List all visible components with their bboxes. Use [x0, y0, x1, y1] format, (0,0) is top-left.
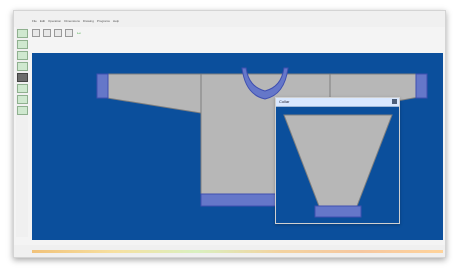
popup-collar-shape [283, 114, 393, 207]
menu-item-operation[interactable]: Operation [48, 19, 61, 23]
tool-icon-8[interactable] [17, 106, 28, 115]
save-file-icon[interactable] [54, 29, 62, 37]
top-toolbar: ↔ [32, 29, 82, 37]
left-toolbar [16, 27, 28, 237]
menu-item-drawing[interactable]: Drawing [83, 19, 94, 23]
tool-icon-4[interactable] [17, 62, 28, 71]
tool-icon-3[interactable] [17, 51, 28, 60]
popup-collar-drawing [283, 114, 393, 218]
new-file-icon[interactable] [32, 29, 40, 37]
tool-icon-1[interactable] [17, 29, 28, 38]
undo-icon[interactable] [65, 29, 73, 37]
right-sleeve-rib [415, 73, 428, 99]
menu-items: File Edit Operation Dimensions Drawing P… [32, 19, 119, 23]
menu-item-file[interactable]: File [32, 19, 37, 23]
tool-icon-2[interactable] [17, 40, 28, 49]
color-palette-strip[interactable] [32, 250, 443, 253]
tool-icon-5[interactable] [17, 73, 28, 82]
tool-icon-7[interactable] [17, 95, 28, 104]
left-sleeve-rib [96, 73, 109, 99]
menu-item-programs[interactable]: Programs [97, 19, 110, 23]
status-bar [14, 245, 445, 257]
menu-item-edit[interactable]: Edit [40, 19, 45, 23]
tool-icon-6[interactable] [17, 84, 28, 93]
collar-popup-window[interactable]: Collar [275, 97, 400, 224]
zoom-icon[interactable]: ↔ [76, 30, 82, 36]
menu-item-help[interactable]: Help [113, 19, 119, 23]
close-icon[interactable] [392, 99, 397, 104]
open-file-icon[interactable] [43, 29, 51, 37]
menu-item-dimensions[interactable]: Dimensions [64, 19, 80, 23]
menu-bar: File Edit Operation Dimensions Drawing P… [14, 11, 445, 27]
popup-collar-rib [314, 205, 362, 218]
